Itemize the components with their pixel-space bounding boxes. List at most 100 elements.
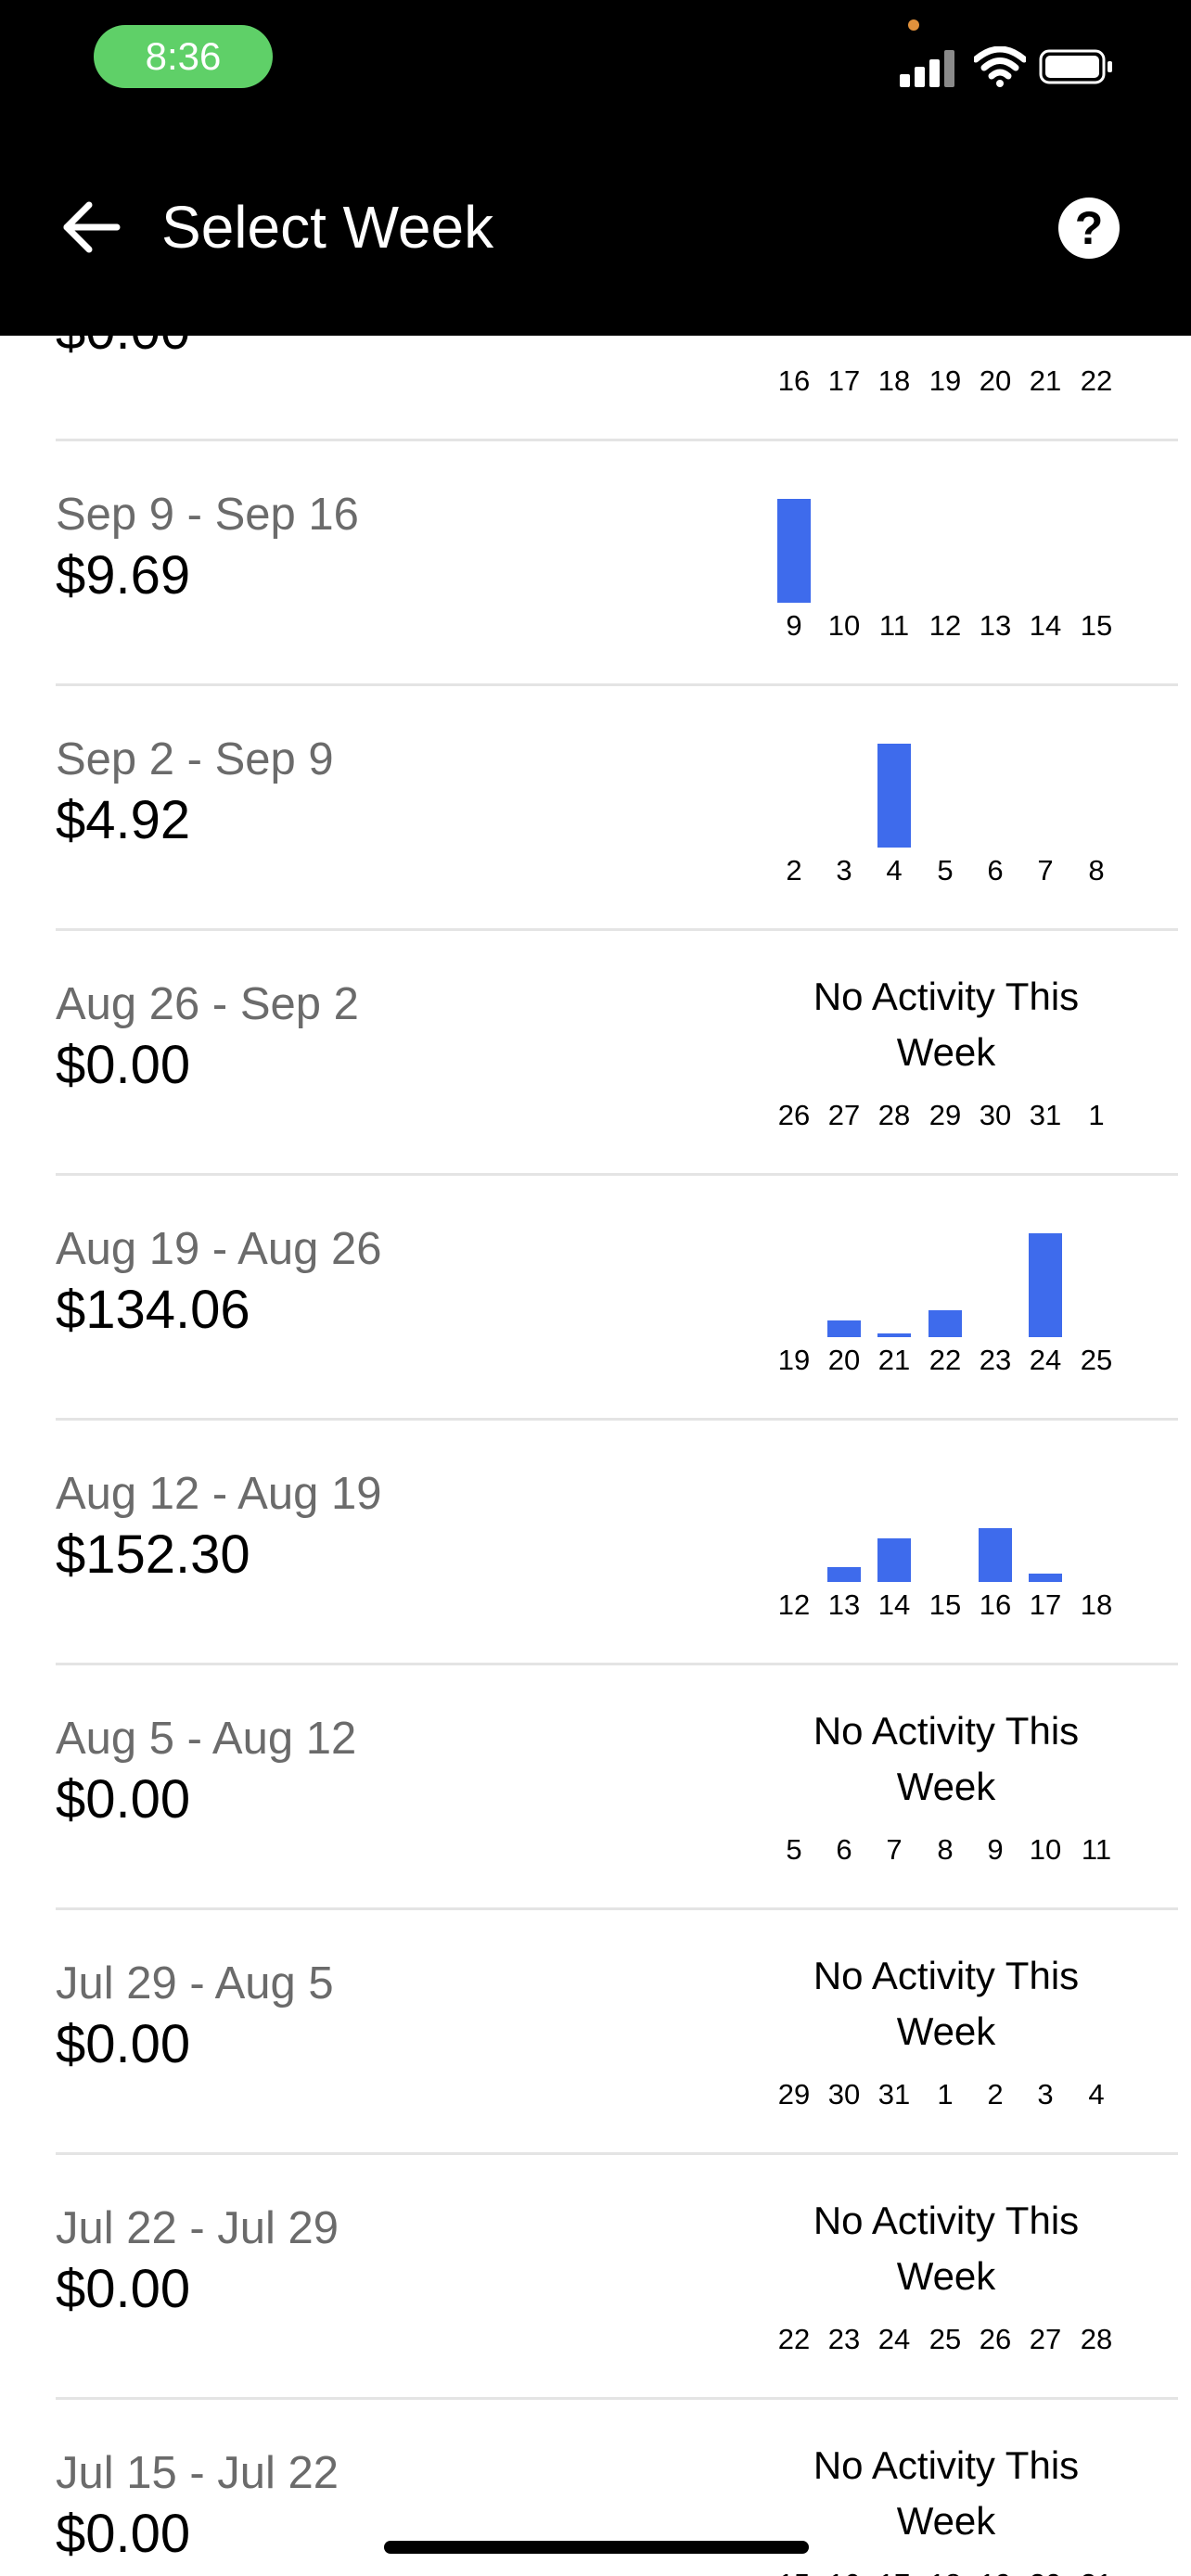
day-label: 3 (836, 854, 852, 886)
week-row[interactable]: Sep 2 - Sep 9 $4.92 2 3 4 5 6 7 8 (0, 687, 1191, 931)
day-label: 9 (786, 609, 802, 642)
day-label: 20 (827, 1344, 861, 1376)
row-divider (56, 2397, 1178, 2400)
week-amount: $152.30 (56, 1524, 250, 1585)
week-range: Aug 5 - Aug 12 (56, 1714, 357, 1764)
day-bar (877, 1333, 911, 1337)
week-row[interactable]: Sep 9 - Sep 16 $9.69 9 10 11 12 13 14 15 (0, 442, 1191, 686)
day-bar (877, 1538, 911, 1582)
week-chart: No Activity This Week 16 17 18 19 20 21 22 (770, 336, 1122, 441)
cellular-signal-icon (900, 50, 957, 87)
day-label: 24 (1029, 1344, 1062, 1376)
week-chart: 9 10 11 12 13 14 15 (770, 442, 1122, 686)
day-label: 2 (786, 854, 802, 886)
day-label: 17 (1029, 1588, 1062, 1621)
week-row[interactable]: Aug 19 - Aug 26 $134.06 19 20 21 22 23 24 25 (0, 1177, 1191, 1421)
week-chart: 12 13 14 15 16 17 18 (770, 1422, 1122, 1665)
day-label: 7 (886, 1833, 903, 1866)
day-label: 21 (877, 1344, 911, 1376)
day-bar (827, 1567, 861, 1582)
row-divider (56, 1663, 1178, 1665)
week-amount: $4.92 (56, 790, 191, 850)
day-label: 26 (777, 1099, 811, 1131)
day-label: 26 (979, 2323, 1012, 2355)
week-amount: $0.00 (56, 336, 190, 362)
day-bar (827, 1320, 861, 1337)
day-bar (979, 1528, 1012, 1582)
help-icon[interactable]: ? (1058, 198, 1120, 259)
day-label: 22 (777, 2323, 811, 2355)
week-range: Jul 15 - Jul 22 (56, 2448, 339, 2498)
week-range: Jul 29 - Aug 5 (56, 1958, 334, 2009)
day-label: 1 (1088, 1099, 1105, 1131)
week-amount: $0.00 (56, 2259, 191, 2319)
day-label: 17 (869, 2568, 919, 2576)
week-range: Sep 9 - Sep 16 (56, 490, 359, 540)
day-bar (877, 744, 911, 848)
week-row[interactable]: Aug 26 - Sep 2 $0.00 No Activity This Week… (0, 932, 1191, 1176)
day-label: 4 (1088, 2078, 1105, 2111)
day-label: 18 (1080, 1588, 1113, 1621)
week-row[interactable]: Jul 22 - Jul 29 $0.00 No Activity This Wee… (0, 2156, 1191, 2400)
row-divider (56, 2152, 1178, 2155)
no-activity-label: No Activity This Week (813, 2199, 1080, 2298)
day-label: 6 (987, 854, 1004, 886)
day-label: 28 (1080, 2323, 1113, 2355)
week-range: Sep 2 - Sep 9 (56, 734, 334, 784)
day-label: 8 (937, 1833, 954, 1866)
no-activity-label: No Activity This Week (813, 1954, 1080, 2053)
week-amount: $0.00 (56, 2504, 191, 2564)
day-label: 9 (987, 1833, 1004, 1866)
day-label: 13 (827, 1588, 861, 1621)
day-label: 24 (877, 2323, 911, 2355)
battery-icon (1039, 49, 1112, 84)
week-chart: 19 20 21 22 23 24 25 (770, 1177, 1122, 1421)
day-label: 21 (1071, 2568, 1121, 2576)
week-row[interactable]: Sep 16 - Sep 23$0.00No Activity This Wee… (0, 336, 1191, 441)
week-amount: $0.00 (56, 1035, 191, 1095)
day-label: 11 (1081, 1833, 1112, 1866)
row-divider (56, 1418, 1178, 1421)
day-label: 16 (979, 1588, 1012, 1621)
row-divider (56, 1173, 1178, 1176)
day-label: 20 (979, 364, 1012, 397)
status-time: 8:36 (94, 25, 273, 88)
week-chart: No Activity This Week 15161718192021 (770, 2401, 1122, 2576)
week-chart: 2 3 4 5 6 7 8 (770, 687, 1122, 931)
day-label: 25 (928, 2323, 962, 2355)
day-label: 15 (1080, 609, 1113, 642)
mic-indicator-icon (908, 19, 919, 31)
day-label: 1 (937, 2078, 954, 2111)
no-activity-label: No Activity This Week (813, 1709, 1080, 1808)
day-bar (928, 1310, 962, 1337)
week-range: Aug 26 - Sep 2 (56, 979, 359, 1029)
day-label: 20 (1020, 2568, 1070, 2576)
day-label: 28 (877, 1099, 911, 1131)
day-label: 31 (1029, 1099, 1062, 1131)
day-bar (777, 499, 811, 603)
home-indicator (384, 2541, 809, 2554)
day-label: 10 (827, 609, 861, 642)
day-label: 5 (786, 1833, 802, 1866)
day-label: 30 (827, 2078, 861, 2111)
day-bar (1029, 1574, 1062, 1582)
day-label: 15 (928, 1588, 962, 1621)
week-row[interactable]: Aug 5 - Aug 12 $0.00 No Activity This Week… (0, 1666, 1191, 1910)
day-label: 14 (877, 1588, 911, 1621)
day-label: 2 (987, 2078, 1004, 2111)
day-label: 4 (886, 854, 903, 886)
day-label: 29 (928, 1099, 962, 1131)
no-activity-label: No Activity This Week (770, 336, 1122, 346)
week-range: Jul 22 - Jul 29 (56, 2203, 339, 2253)
status-bar: 8:36 (0, 0, 1191, 121)
day-label: 10 (1029, 1833, 1062, 1866)
week-row[interactable]: Aug 12 - Aug 19 $152.30 12 13 14 15 16 17 18 (0, 1422, 1191, 1665)
week-amount: $134.06 (56, 1280, 250, 1340)
day-label: 5 (937, 854, 954, 886)
week-chart: No Activity This Week 5 6 7 8 9 10 11 (770, 1666, 1122, 1910)
day-label: 27 (827, 1099, 861, 1131)
week-row[interactable]: Jul 29 - Aug 5 $0.00 No Activity This Week… (0, 1911, 1191, 2155)
day-label: 21 (1029, 364, 1062, 397)
back-arrow-icon[interactable] (56, 190, 130, 264)
day-label: 3 (1037, 2078, 1054, 2111)
